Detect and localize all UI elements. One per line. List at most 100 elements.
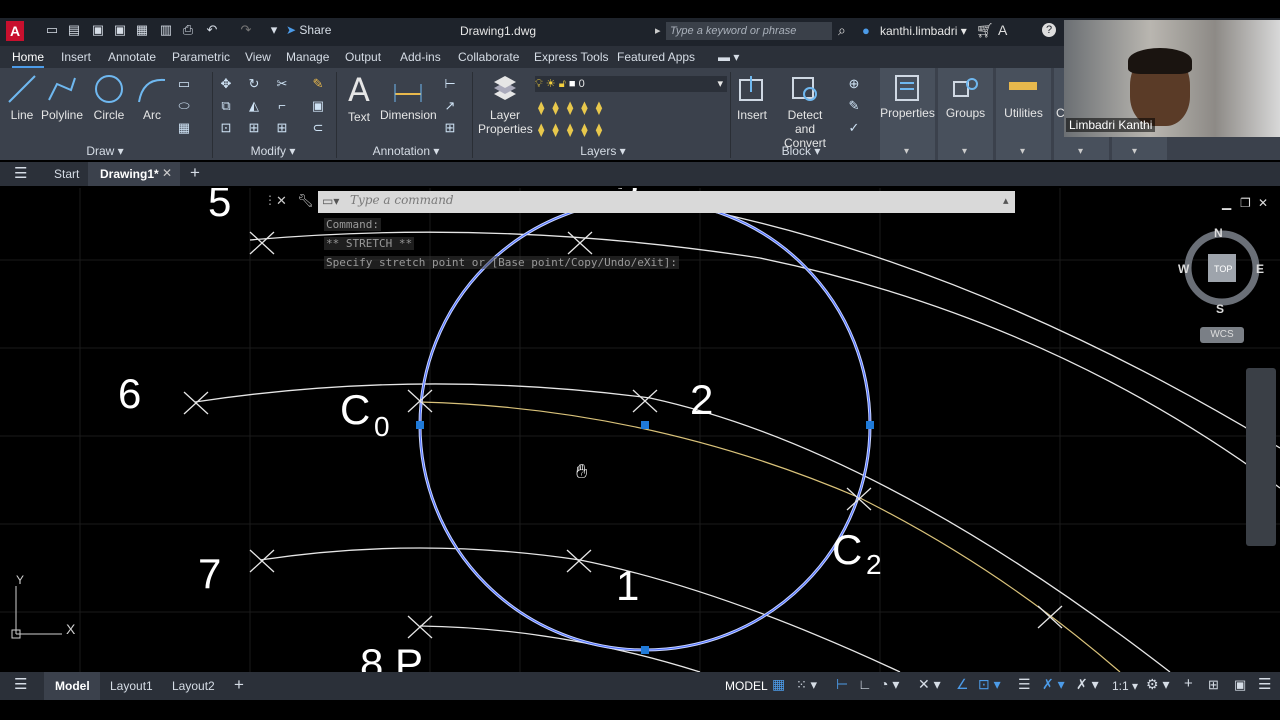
offset-icon[interactable]: ⊂ (310, 120, 326, 136)
utilities-panel[interactable]: Utilities ▾ (996, 68, 1051, 160)
polar-icon[interactable]: ◔ ▾ (880, 676, 899, 693)
epicycloid-curves[interactable] (194, 197, 1280, 672)
tab-add-ins[interactable]: Add-ins (400, 50, 441, 64)
help-icon[interactable]: ? (1042, 23, 1056, 37)
tab-layout2[interactable]: Layout2 (172, 679, 215, 693)
share-button[interactable]: ➤ Share (286, 23, 331, 37)
panel-title-layers[interactable]: Layers ▾ (578, 144, 628, 160)
explode-icon[interactable]: ▣ (310, 98, 326, 114)
trim-icon[interactable]: ✂ (274, 76, 290, 92)
tab-insert[interactable]: Insert (61, 50, 91, 64)
layout-menu-icon[interactable]: ☰ (14, 675, 27, 693)
fillet-icon[interactable]: ⌐ (274, 98, 290, 114)
annotation-scale-icon[interactable]: ✗ ▾ (1076, 676, 1099, 693)
tab-home[interactable]: Home (12, 50, 45, 68)
command-history-icon[interactable]: ▴ (1003, 194, 1009, 207)
minimize-viewport-icon[interactable]: ▁ (1222, 196, 1231, 210)
object-snap-icon[interactable]: ⊡ ▾ (978, 676, 1001, 693)
groups-panel[interactable]: Groups ▾ (938, 68, 993, 160)
panel-title-block[interactable]: Block ▾ (776, 144, 826, 160)
table-icon[interactable]: ⊞ (442, 120, 458, 136)
tab-output[interactable]: Output (345, 50, 381, 64)
command-customize-icon[interactable]: 🔧︎ (297, 193, 314, 209)
layer-dropdown[interactable]: 💡︎ ☀ 🔓︎ ■ 0 ▾ (535, 76, 727, 92)
tab-express-tools[interactable]: Express Tools (534, 50, 608, 64)
customize-qat-icon[interactable]: ▾ (266, 22, 282, 38)
search-input[interactable]: Type a keyword or phrase (666, 22, 832, 40)
save-as-icon[interactable]: ▣ (112, 22, 128, 38)
properties-panel[interactable]: Properties ▾ (880, 68, 935, 160)
cart-icon[interactable]: 🛒︎ (976, 22, 994, 39)
tab-annotate[interactable]: Annotate (108, 50, 156, 64)
customization-menu-icon[interactable]: ☰ (1258, 675, 1271, 693)
autocad-logo-icon[interactable]: A (6, 21, 24, 41)
command-close-icon[interactable]: ✕ (276, 193, 287, 209)
linear-dim-icon[interactable]: ⊢ (442, 76, 458, 92)
panel-title-draw[interactable]: Draw ▾ (80, 144, 130, 160)
wcs-menu[interactable]: WCS (1200, 327, 1244, 343)
grid-icon[interactable]: ▦ (772, 676, 785, 693)
attribute-icon[interactable]: ✓ (846, 120, 862, 136)
dimension-button[interactable]: Dimension (380, 74, 437, 122)
new-layout-icon[interactable]: + (234, 675, 244, 695)
user-account[interactable]: kanthi.limbadri ▾ (880, 24, 967, 38)
close-viewport-icon[interactable]: ✕ (1258, 196, 1268, 210)
search-expand-icon[interactable]: ▸ (655, 24, 661, 37)
hatch-icon[interactable]: ⬭ (176, 98, 192, 114)
object-snap-tracking-icon[interactable]: ∠ (956, 676, 969, 693)
search-icon[interactable]: ⌕ (838, 22, 846, 39)
layer-tools-row-2[interactable]: ⧫⧫⧫⧫⧫ (538, 122, 610, 138)
open-icon[interactable]: ▤ (66, 22, 82, 38)
viewcube-north[interactable]: N (1214, 226, 1223, 240)
undo-icon[interactable]: ↶ (204, 22, 220, 38)
circle-button[interactable]: Circle (90, 74, 128, 122)
viewcube-south[interactable]: S (1216, 302, 1224, 316)
open-web-icon[interactable]: ▦ (134, 22, 150, 38)
detect-convert-button[interactable]: Detect and Convert (776, 74, 834, 150)
annotation-scale[interactable]: 1:1 ▾ (1112, 679, 1138, 693)
viewcube-east[interactable]: E (1256, 262, 1264, 276)
workspace-gear-icon[interactable]: ⚙ ▾ (1146, 676, 1169, 693)
line-button[interactable]: Line (6, 74, 38, 122)
plot-icon[interactable]: ⎙ (180, 22, 196, 38)
units-icon[interactable]: ⊞ (1208, 677, 1219, 693)
tab-view[interactable]: View (245, 50, 271, 64)
erase-icon[interactable]: ✎ (310, 76, 326, 92)
new-tab-icon[interactable]: + (190, 163, 200, 183)
grip-points[interactable] (416, 421, 874, 654)
snap-icon[interactable]: ⁙ ▾ (796, 677, 817, 693)
tab-featured-apps[interactable]: Featured Apps (617, 50, 695, 64)
panel-title-modify[interactable]: Modify ▾ (245, 144, 301, 160)
command-input[interactable]: Type a command (350, 193, 950, 207)
clean-screen-icon[interactable]: ▣ (1234, 677, 1246, 693)
user-icon[interactable]: ● (862, 23, 870, 38)
autodesk-app-icon[interactable]: A (998, 22, 1007, 38)
tab-start[interactable]: Start (54, 167, 79, 181)
path-curve[interactable] (419, 401, 1121, 672)
text-button[interactable]: A Text (342, 74, 376, 124)
scale-icon[interactable]: ⊞ (246, 120, 262, 136)
model-space-button[interactable]: MODEL (725, 679, 768, 693)
annotation-visibility-icon[interactable]: ✗ ▾ (1042, 676, 1065, 693)
lineweight-icon[interactable]: ☰ (1018, 676, 1031, 693)
restore-viewport-icon[interactable]: ❐ (1240, 196, 1251, 210)
viewcube-west[interactable]: W (1178, 262, 1189, 276)
rectangle-icon[interactable]: ▭ (176, 76, 192, 92)
isodraft-icon[interactable]: ✕ ▾ (918, 676, 941, 693)
tab-collaborate[interactable]: Collaborate (458, 50, 519, 64)
redo-icon[interactable]: ↷ (238, 22, 254, 38)
copy-icon[interactable]: ⧉ (218, 98, 234, 114)
move-icon[interactable]: ✥ (218, 76, 234, 92)
navigation-bar[interactable] (1246, 368, 1276, 546)
arc-button[interactable]: Arc (134, 74, 170, 122)
viewcube-top-face[interactable]: TOP (1214, 264, 1232, 274)
annotation-monitor-icon[interactable]: + (1184, 675, 1193, 692)
layer-properties-button[interactable]: Layer Properties (478, 74, 533, 136)
ortho-icon[interactable]: ∟ (858, 676, 872, 692)
tab-manage[interactable]: Manage (286, 50, 329, 64)
tab-model[interactable]: Model (44, 672, 100, 700)
tab-parametric[interactable]: Parametric (172, 50, 230, 64)
create-block-icon[interactable]: ⊕ (846, 76, 862, 92)
tab-drawing1[interactable]: Drawing1* ✕ (88, 162, 180, 186)
tab-layout1[interactable]: Layout1 (110, 679, 153, 693)
